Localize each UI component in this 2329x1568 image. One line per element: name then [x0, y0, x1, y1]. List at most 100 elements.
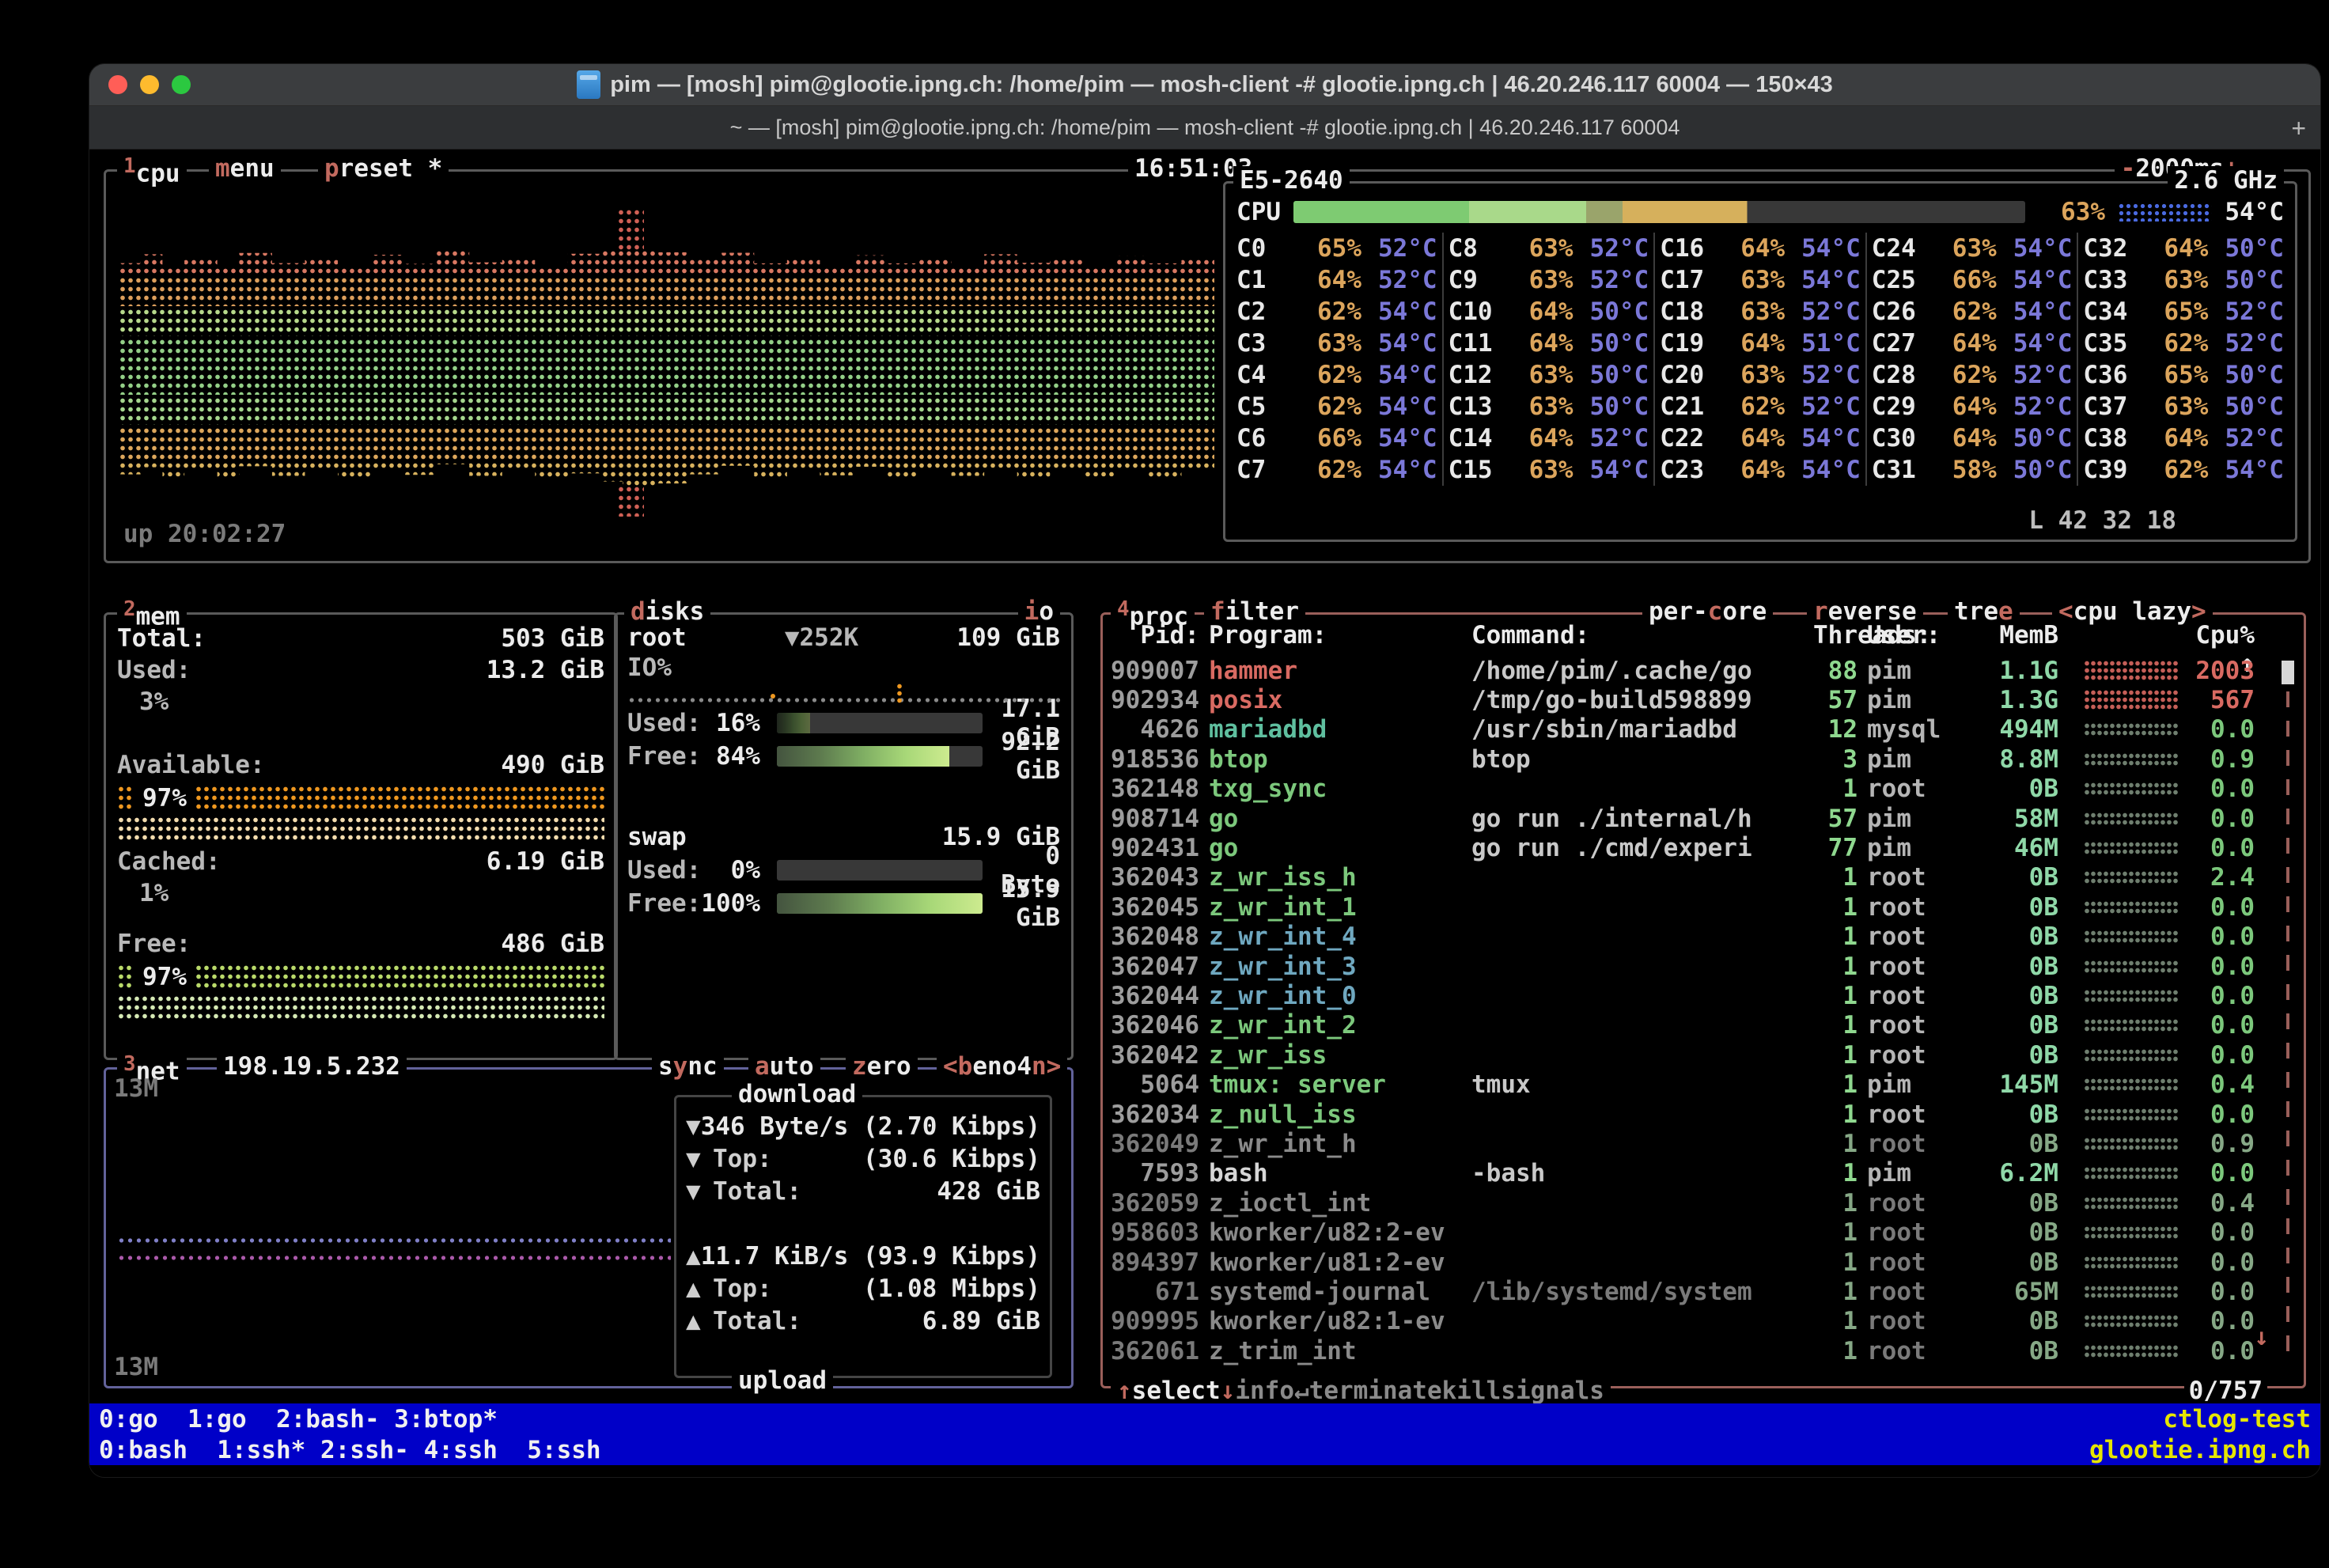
process-row[interactable]: 894397 kworker/u81:2-ev 1 root 0B 0.0: [1111, 1248, 2272, 1277]
tab-title[interactable]: ~ — [mosh] pim@glootie.ipng.ch: /home/pi…: [730, 116, 1680, 140]
core-grid: C065%52°CC164%52°CC262%54°CC363%54°CC462…: [1232, 233, 2289, 486]
scroll-down-icon[interactable]: ↓: [2254, 1323, 2269, 1351]
signals-action[interactable]: signals: [1501, 1377, 1604, 1405]
net-zero-button[interactable]: zero: [846, 1052, 918, 1081]
process-mem: 0B: [1970, 1041, 2058, 1070]
select-action[interactable]: select: [1132, 1377, 1221, 1405]
tmux-inner-windows[interactable]: 0:bash 1:ssh* 2:ssh- 4:ssh 5:ssh: [99, 1436, 601, 1464]
new-tab-button[interactable]: +: [2291, 114, 2306, 143]
process-row[interactable]: 362046 z_wr_int_2 1 root 0B 0.0: [1111, 1011, 2272, 1040]
process-row[interactable]: 909995 kworker/u82:1-ev 1 root 0B 0.0: [1111, 1307, 2272, 1336]
process-row[interactable]: 362042 z_wr_iss 1 root 0B 0.0: [1111, 1040, 2272, 1070]
kill-action[interactable]: kill: [1442, 1377, 1502, 1405]
net-interface-switcher[interactable]: <beno4n>: [937, 1052, 1067, 1081]
process-command: /lib/systemd/system: [1471, 1278, 1804, 1306]
zoom-button[interactable]: [172, 75, 191, 94]
process-row[interactable]: 362059 z_ioctl_int 1 root 0B 0.4: [1111, 1188, 2272, 1218]
process-cpu: 0.0: [2188, 1278, 2255, 1306]
core-usage: 64%: [1718, 234, 1785, 263]
net-interface-prev-button[interactable]: <b: [943, 1052, 972, 1081]
info-action[interactable]: info: [1235, 1377, 1294, 1405]
select-up-icon[interactable]: ↑: [1117, 1377, 1132, 1405]
process-cpu-graph: [2084, 1256, 2179, 1270]
process-row[interactable]: 671 systemd-journal /lib/systemd/system …: [1111, 1277, 2272, 1306]
core-row: C164%52°C: [1236, 264, 1437, 296]
process-cpu-graph: [2084, 660, 2179, 682]
process-row[interactable]: 362047 z_wr_int_3 1 root 0B 0.0: [1111, 952, 2272, 981]
core-usage: 64%: [1930, 329, 1997, 358]
process-row[interactable]: 362061 z_trim_int 1 root 0B 0.0: [1111, 1336, 2272, 1365]
process-row[interactable]: 902431 go go run ./cmd/experi 77 pim 46M…: [1111, 833, 2272, 862]
mem-available-row: Available:490 GiB: [117, 749, 604, 781]
preset-button[interactable]: preset *: [318, 154, 449, 183]
download-arrow-icon: ▼: [686, 1177, 713, 1206]
net-auto-button[interactable]: auto: [748, 1052, 820, 1081]
net-sync-button[interactable]: sync: [652, 1052, 724, 1081]
process-row[interactable]: 909007 hammer /home/pim/.cache/go 88 pim…: [1111, 656, 2272, 685]
process-row[interactable]: 362148 txg_sync 1 root 0B 0.0: [1111, 775, 2272, 804]
process-threads: 1: [1813, 1189, 1858, 1218]
tmux-outer-windows[interactable]: 0:go 1:go 2:bash- 3:btop*: [99, 1405, 498, 1434]
process-row[interactable]: 4626 mariadbd /usr/sbin/mariadbd 12 mysq…: [1111, 715, 2272, 744]
select-down-icon[interactable]: ↓: [1221, 1377, 1236, 1405]
process-cpu-graph: [2084, 1225, 2179, 1240]
core-usage: 62%: [2142, 329, 2208, 358]
upload-arrow-icon: ▲: [686, 1307, 713, 1335]
process-row[interactable]: 362049 z_wr_int_h 1 root 0B 0.9: [1111, 1129, 2272, 1158]
net-interface-name: eno4: [972, 1052, 1032, 1081]
process-row[interactable]: 362045 z_wr_int_1 1 root 0B 0.0: [1111, 892, 2272, 922]
process-program: bash: [1209, 1159, 1462, 1187]
core-usage: 63%: [1507, 361, 1573, 389]
net-interface-next-button[interactable]: n>: [1032, 1052, 1061, 1081]
process-cpu: 0.0: [2188, 715, 2255, 744]
process-cpu: 0.0: [2188, 1218, 2255, 1247]
core-row: C3264%50°C: [2083, 233, 2284, 264]
process-mem: 0B: [1970, 1307, 2058, 1335]
process-row[interactable]: 902934 posix /tmp/go-build598899 57 pim …: [1111, 685, 2272, 714]
process-mem: 0B: [1970, 863, 2058, 892]
process-row[interactable]: 362043 z_wr_iss_h 1 root 0B 2.4: [1111, 863, 2272, 892]
window-title: pim — [mosh] pim@glootie.ipng.ch: /home/…: [577, 70, 1833, 99]
core-temp: 54°C: [1997, 329, 2073, 358]
process-row[interactable]: 5064 tmux: server tmux 1 pim 145M 0.4: [1111, 1070, 2272, 1099]
core-column-2: C863%52°CC963%52°CC1064%50°CC1164%50°CC1…: [1444, 233, 1656, 486]
process-pid: 908714: [1111, 805, 1199, 833]
core-row: C2264%54°C: [1660, 422, 1861, 454]
core-row: C2964%52°C: [1872, 391, 2073, 422]
upload-total-row: ▲Total:6.89 GiB: [686, 1305, 1040, 1337]
core-usage: 64%: [1507, 329, 1573, 358]
process-pid: 362044: [1111, 982, 1199, 1010]
process-row[interactable]: 958603 kworker/u82:2-ev 1 root 0B 0.0: [1111, 1218, 2272, 1247]
core-row: C2662%54°C: [1872, 296, 2073, 328]
mem-free-meter: [195, 964, 604, 990]
process-user: root: [1867, 863, 1960, 892]
menu-button[interactable]: menu: [209, 154, 281, 183]
process-threads: 1: [1813, 893, 1858, 922]
core-name: C39: [2083, 456, 2142, 484]
process-row[interactable]: 362048 z_wr_int_4 1 root 0B 0.0: [1111, 922, 2272, 952]
mem-free-row: Free:486 GiB: [117, 928, 604, 960]
core-row: C3763%50°C: [2083, 391, 2284, 422]
process-row[interactable]: 918536 btop btop 3 pim 8.8M 0.9: [1111, 744, 2272, 774]
process-row[interactable]: 362034 z_null_iss 1 root 0B 0.0: [1111, 1100, 2272, 1129]
process-threads: 1: [1813, 1041, 1858, 1070]
process-mem: 1.3G: [1970, 686, 2058, 714]
core-row: C3465%52°C: [2083, 296, 2284, 328]
process-row[interactable]: 362044 z_wr_int_0 1 root 0B 0.0: [1111, 981, 2272, 1010]
proc-scrollbar-track[interactable]: [2286, 662, 2289, 1354]
process-row[interactable]: 908714 go go run ./internal/h 57 pim 58M…: [1111, 804, 2272, 833]
process-threads: 88: [1813, 657, 1858, 685]
minimize-button[interactable]: [140, 75, 159, 94]
disk-io-graph-dot: [771, 694, 775, 699]
process-mem: 65M: [1970, 1278, 2058, 1306]
process-cpu-graph: [2084, 722, 2179, 737]
interval-decrease-button[interactable]: -: [2121, 154, 2136, 183]
load-average: L 42 32 18: [2028, 506, 2176, 535]
proc-scrollbar-thumb[interactable]: [2282, 661, 2294, 684]
cpu-box-title[interactable]: 1cpu: [117, 154, 187, 187]
process-threads: 1: [1813, 1159, 1858, 1187]
terminate-action[interactable]: terminate: [1309, 1377, 1442, 1405]
process-row[interactable]: 7593 bash -bash 1 pim 6.2M 0.0: [1111, 1159, 2272, 1188]
close-button[interactable]: [108, 75, 127, 94]
window-titlebar[interactable]: pim — [mosh] pim@glootie.ipng.ch: /home/…: [89, 64, 2320, 106]
